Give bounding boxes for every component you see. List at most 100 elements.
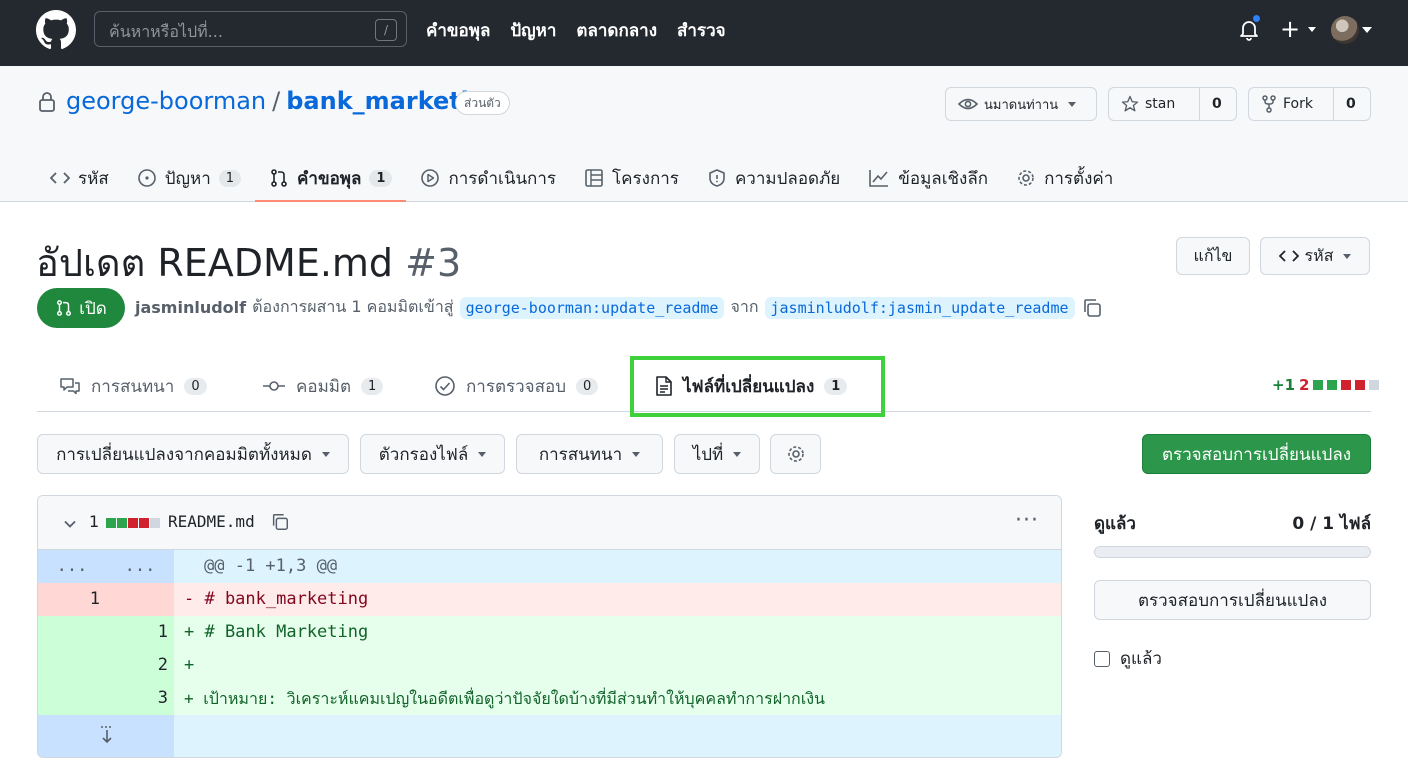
diff-line-addition: 2 + xyxy=(38,649,1061,682)
nav-pull-requests[interactable]: คำขอพุล xyxy=(426,17,490,44)
tab-commits[interactable]: คอมมิต 1 xyxy=(262,360,384,412)
base-branch[interactable]: george-boorman:update_readme xyxy=(459,296,725,319)
old-line-number[interactable] xyxy=(38,682,106,715)
new-line-number[interactable]: ... xyxy=(106,550,174,583)
chevron-down-icon[interactable] xyxy=(64,518,76,530)
gear-icon xyxy=(787,446,804,462)
visibility-badge: ส่วนตัว xyxy=(455,91,510,115)
chevron-down-icon xyxy=(1068,101,1077,107)
checkbox-box[interactable] xyxy=(1094,650,1110,667)
pr-from-text: จาก xyxy=(730,297,759,316)
kebab-menu-icon[interactable]: ··· xyxy=(1015,508,1039,533)
graph-icon xyxy=(869,170,889,187)
conversations-dropdown[interactable]: การสนทนา xyxy=(516,434,663,474)
tab-pull-requests[interactable]: คำขอพุล 1 xyxy=(255,154,407,202)
nav-marketplace[interactable]: ตลาดกลาง xyxy=(576,17,657,44)
breadcrumb-separator: / xyxy=(272,87,281,115)
tab-count: 0 xyxy=(576,377,599,395)
global-search-input[interactable]: ค้นหาหรือไปที่... / xyxy=(94,11,407,47)
tab-count: 1 xyxy=(218,169,242,187)
file-name-link[interactable]: README.md xyxy=(168,512,255,531)
pr-title: อัปเดต README.md #3 xyxy=(36,232,461,293)
create-new-button[interactable]: + xyxy=(1280,15,1317,43)
diff-hunk-header: ... ... @@ -1 +1,3 @@ xyxy=(38,550,1061,583)
chevron-down-icon[interactable] xyxy=(1362,27,1372,33)
diffstat-square xyxy=(128,518,138,528)
tab-label: คำขอพุล xyxy=(297,168,362,189)
tab-label: การตั้งค่า xyxy=(1044,168,1114,189)
old-line-number[interactable]: 1 xyxy=(38,583,106,616)
tab-conversation[interactable]: การสนทนา 0 xyxy=(59,360,207,412)
expand-down-icon xyxy=(101,726,113,744)
watch-button[interactable]: นมาดนท่าาน xyxy=(945,87,1097,121)
tab-label: โครงการ xyxy=(612,168,679,189)
repo-breadcrumb: george-boorman / bank_marketing xyxy=(66,87,503,115)
fork-button[interactable]: Fork 0 xyxy=(1248,87,1371,121)
tab-actions[interactable]: การดำเนินการ xyxy=(406,154,570,202)
diff-line-addition: 3 + เป้าหมาย: วิเคราะห์แคมเปญในอดีตเพื่อ… xyxy=(38,682,1061,715)
viewed-files-count: 0 / 1 ไฟล์ xyxy=(1292,514,1371,534)
tab-security[interactable]: ความปลอดภัย xyxy=(693,154,854,202)
checkbox-label: ดูแล้ว xyxy=(1120,649,1162,669)
nav-issues[interactable]: ปัญหา xyxy=(510,17,556,44)
diffstat-square xyxy=(150,518,160,528)
copy-icon[interactable] xyxy=(270,512,290,532)
old-line-number[interactable] xyxy=(38,616,106,649)
tab-insights[interactable]: ข้อมูลเชิงลึก xyxy=(854,154,1002,202)
head-branch[interactable]: jasminludolf:jasmin_update_readme xyxy=(764,296,1075,319)
table-icon xyxy=(585,169,603,187)
commits-filter-dropdown[interactable]: การเปลี่ยนแปลงจากคอมมิตทั้งหมด xyxy=(37,434,349,474)
diff-line-code: @@ -1 +1,3 @@ xyxy=(174,550,1061,583)
tab-label: ปัญหา xyxy=(164,168,211,189)
issue-icon xyxy=(137,169,156,187)
expand-down-button[interactable] xyxy=(38,715,174,757)
tab-label: ความปลอดภัย xyxy=(734,168,841,189)
repo-tabs: รหัส ปัญหา 1 คำขอพุล 1 การดำเนินการ โครง… xyxy=(36,154,1127,202)
nav-explore[interactable]: สำรวจ xyxy=(677,17,726,44)
jump-to-dropdown[interactable]: ไปที่ xyxy=(674,434,760,474)
tab-label: การสนทนา xyxy=(91,376,175,397)
file-diff: 1 README.md ··· ... ... @@ -1 +1,3 @@ 1 … xyxy=(37,495,1062,758)
tab-projects[interactable]: โครงการ xyxy=(570,154,693,202)
tab-checks[interactable]: การตรวจสอบ 0 xyxy=(434,360,599,412)
global-nav: คำขอพุล ปัญหา ตลาดกลาง สำรวจ xyxy=(426,17,726,44)
avatar[interactable] xyxy=(1331,16,1359,44)
edit-title-button[interactable]: แก้ไข xyxy=(1176,237,1250,275)
code-dropdown-button[interactable]: รหัส xyxy=(1260,237,1370,275)
sidebar-review-button[interactable]: ตรวจสอบการเปลี่ยนแปลง xyxy=(1094,580,1371,620)
old-line-number[interactable]: ... xyxy=(38,550,106,583)
pr-author-link[interactable]: jasminludolf xyxy=(135,298,246,317)
diffstat-square xyxy=(1313,380,1324,390)
pr-title-text: อัปเดต README.md xyxy=(36,241,394,285)
file-header: 1 README.md ··· xyxy=(38,496,1061,550)
global-header: ค้นหาหรือไปที่... / คำขอพุล ปัญหา ตลาดกล… xyxy=(0,0,1408,66)
code-label: รหัส xyxy=(1304,245,1334,265)
tab-code[interactable]: รหัส xyxy=(36,154,123,202)
star-button[interactable]: stan 0 xyxy=(1108,87,1237,121)
fork-icon xyxy=(1262,95,1276,113)
copy-icon[interactable] xyxy=(1081,297,1103,319)
new-line-number[interactable]: 1 xyxy=(106,616,174,649)
tab-count: 1 xyxy=(369,169,393,187)
viewed-checkbox[interactable]: ดูแล้ว xyxy=(1094,645,1162,672)
eye-icon xyxy=(958,98,978,110)
diff-settings-button[interactable] xyxy=(770,434,821,474)
diffstat-square xyxy=(106,518,116,528)
review-changes-button[interactable]: ตรวจสอบการเปลี่ยนแปลง xyxy=(1142,434,1371,474)
github-logo-icon[interactable] xyxy=(36,10,76,50)
new-line-number[interactable]: 3 xyxy=(106,682,174,715)
dropdown-label: การเปลี่ยนแปลงจากคอมมิตทั้งหมด xyxy=(56,444,312,465)
file-filter-dropdown[interactable]: ตัวกรองไฟล์ xyxy=(360,434,505,474)
old-line-number[interactable] xyxy=(38,649,106,682)
tab-issues[interactable]: ปัญหา 1 xyxy=(123,154,255,202)
new-line-number[interactable]: 2 xyxy=(106,649,174,682)
new-line-number[interactable] xyxy=(106,583,174,616)
star-label: stan xyxy=(1145,96,1176,112)
chevron-down-icon xyxy=(733,451,742,457)
diff-line-addition: 1 + # Bank Marketing xyxy=(38,616,1061,649)
tab-count: 1 xyxy=(361,377,384,395)
tab-label: รหัส xyxy=(78,168,109,189)
tab-settings[interactable]: การตั้งค่า xyxy=(1002,154,1127,202)
star-count: 0 xyxy=(1199,88,1234,120)
repo-owner-link[interactable]: george-boorman xyxy=(66,87,266,115)
